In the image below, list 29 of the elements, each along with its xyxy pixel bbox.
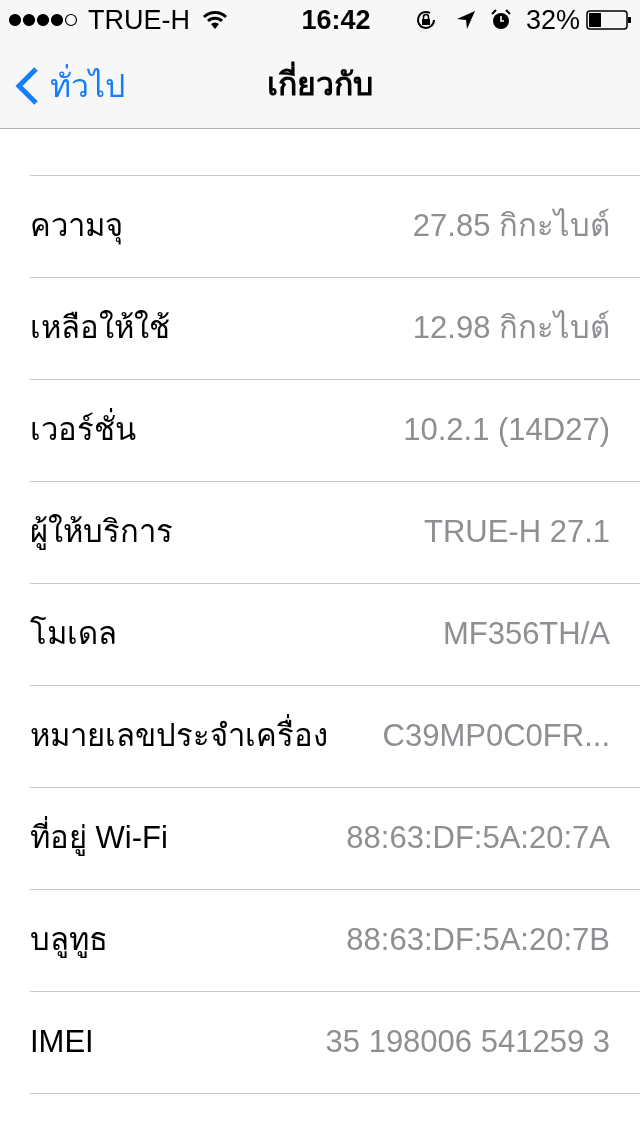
row-label: ความจุ <box>30 207 123 247</box>
row-label: ผู้ให้บริการ <box>30 513 173 552</box>
alarm-clock-icon <box>489 9 512 31</box>
row-value: 88:63:DF:5A:20:7B <box>346 921 610 960</box>
carrier-name: TRUE-H <box>88 3 190 37</box>
row-value: 27.85 กิกะไบต์ <box>412 207 610 246</box>
row-value: 12.98 กิกะไบต์ <box>412 309 610 348</box>
row-label: หมายเลขประจำเครื่อง <box>30 713 328 760</box>
row-label: บลูทูธ <box>30 921 108 960</box>
row-value: 35 198006 541259 3 <box>325 1023 610 1062</box>
row-value: 88:63:DF:5A:20:7A <box>346 819 610 858</box>
row-value: 10.2.1 (14D27) <box>403 411 610 450</box>
signal-icon <box>8 13 80 27</box>
status-time: 16:42 <box>301 3 371 37</box>
chevron-left-icon <box>14 66 40 106</box>
page-title: เกี่ยวกับ <box>267 60 373 108</box>
battery-icon <box>586 10 632 30</box>
row-value: TRUE-H 27.1 <box>423 513 610 552</box>
back-button[interactable]: ทั่วไป <box>14 62 125 110</box>
row-label: IMEI <box>30 1023 94 1062</box>
row-value: C39MP0C0FR... <box>382 717 610 756</box>
row-label: โมเดล <box>30 615 117 654</box>
battery-percentage: 32% <box>525 3 580 37</box>
location-arrow-icon <box>455 10 476 30</box>
row-label: เวอร์ชั่น <box>30 407 136 454</box>
wifi-icon <box>202 10 228 30</box>
row-value: MF356TH/A <box>442 615 610 654</box>
row-label: เหลือให้ใช้ <box>30 309 170 348</box>
row-label: ที่อยู่ Wi-Fi <box>30 815 168 862</box>
